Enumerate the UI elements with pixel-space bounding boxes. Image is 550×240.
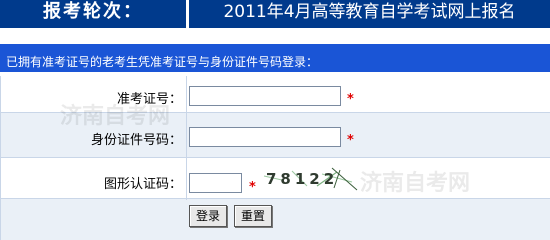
login-notice-text: 已拥有准考证号的老考生凭准考证号与身份证件号码登录： bbox=[6, 55, 319, 69]
captcha-text: 78122 bbox=[266, 170, 338, 188]
required-mark: * bbox=[347, 92, 354, 107]
login-button[interactable]: 登录 bbox=[189, 205, 227, 227]
registration-round-bar: 报考轮次： 2011年4月高等教育自学考试网上报名 bbox=[0, 0, 550, 28]
captcha-image: 78122 bbox=[263, 167, 358, 191]
reset-button[interactable]: 重置 bbox=[234, 205, 272, 227]
id-number-input[interactable] bbox=[189, 127, 341, 147]
round-label: 报考轮次： bbox=[43, 1, 143, 22]
admission-number-label: 准考证号： bbox=[116, 92, 182, 107]
round-value: 2011年4月高等教育自学考试网上报名 bbox=[223, 2, 516, 22]
required-mark: * bbox=[249, 180, 256, 195]
form-left-border bbox=[0, 76, 1, 240]
id-number-label: 身份证件号码： bbox=[90, 133, 182, 148]
admission-number-input[interactable] bbox=[189, 86, 341, 106]
captcha-input[interactable] bbox=[189, 173, 242, 193]
watermark: 济南自考网 bbox=[360, 171, 471, 196]
login-notice-bar: 已拥有准考证号的老考生凭准考证号与身份证件号码登录： bbox=[0, 44, 550, 72]
captcha-label: 图形认证码： bbox=[103, 177, 182, 192]
button-row bbox=[0, 199, 550, 240]
spacer bbox=[0, 28, 550, 44]
required-mark: * bbox=[347, 133, 354, 148]
column-divider bbox=[186, 76, 187, 200]
